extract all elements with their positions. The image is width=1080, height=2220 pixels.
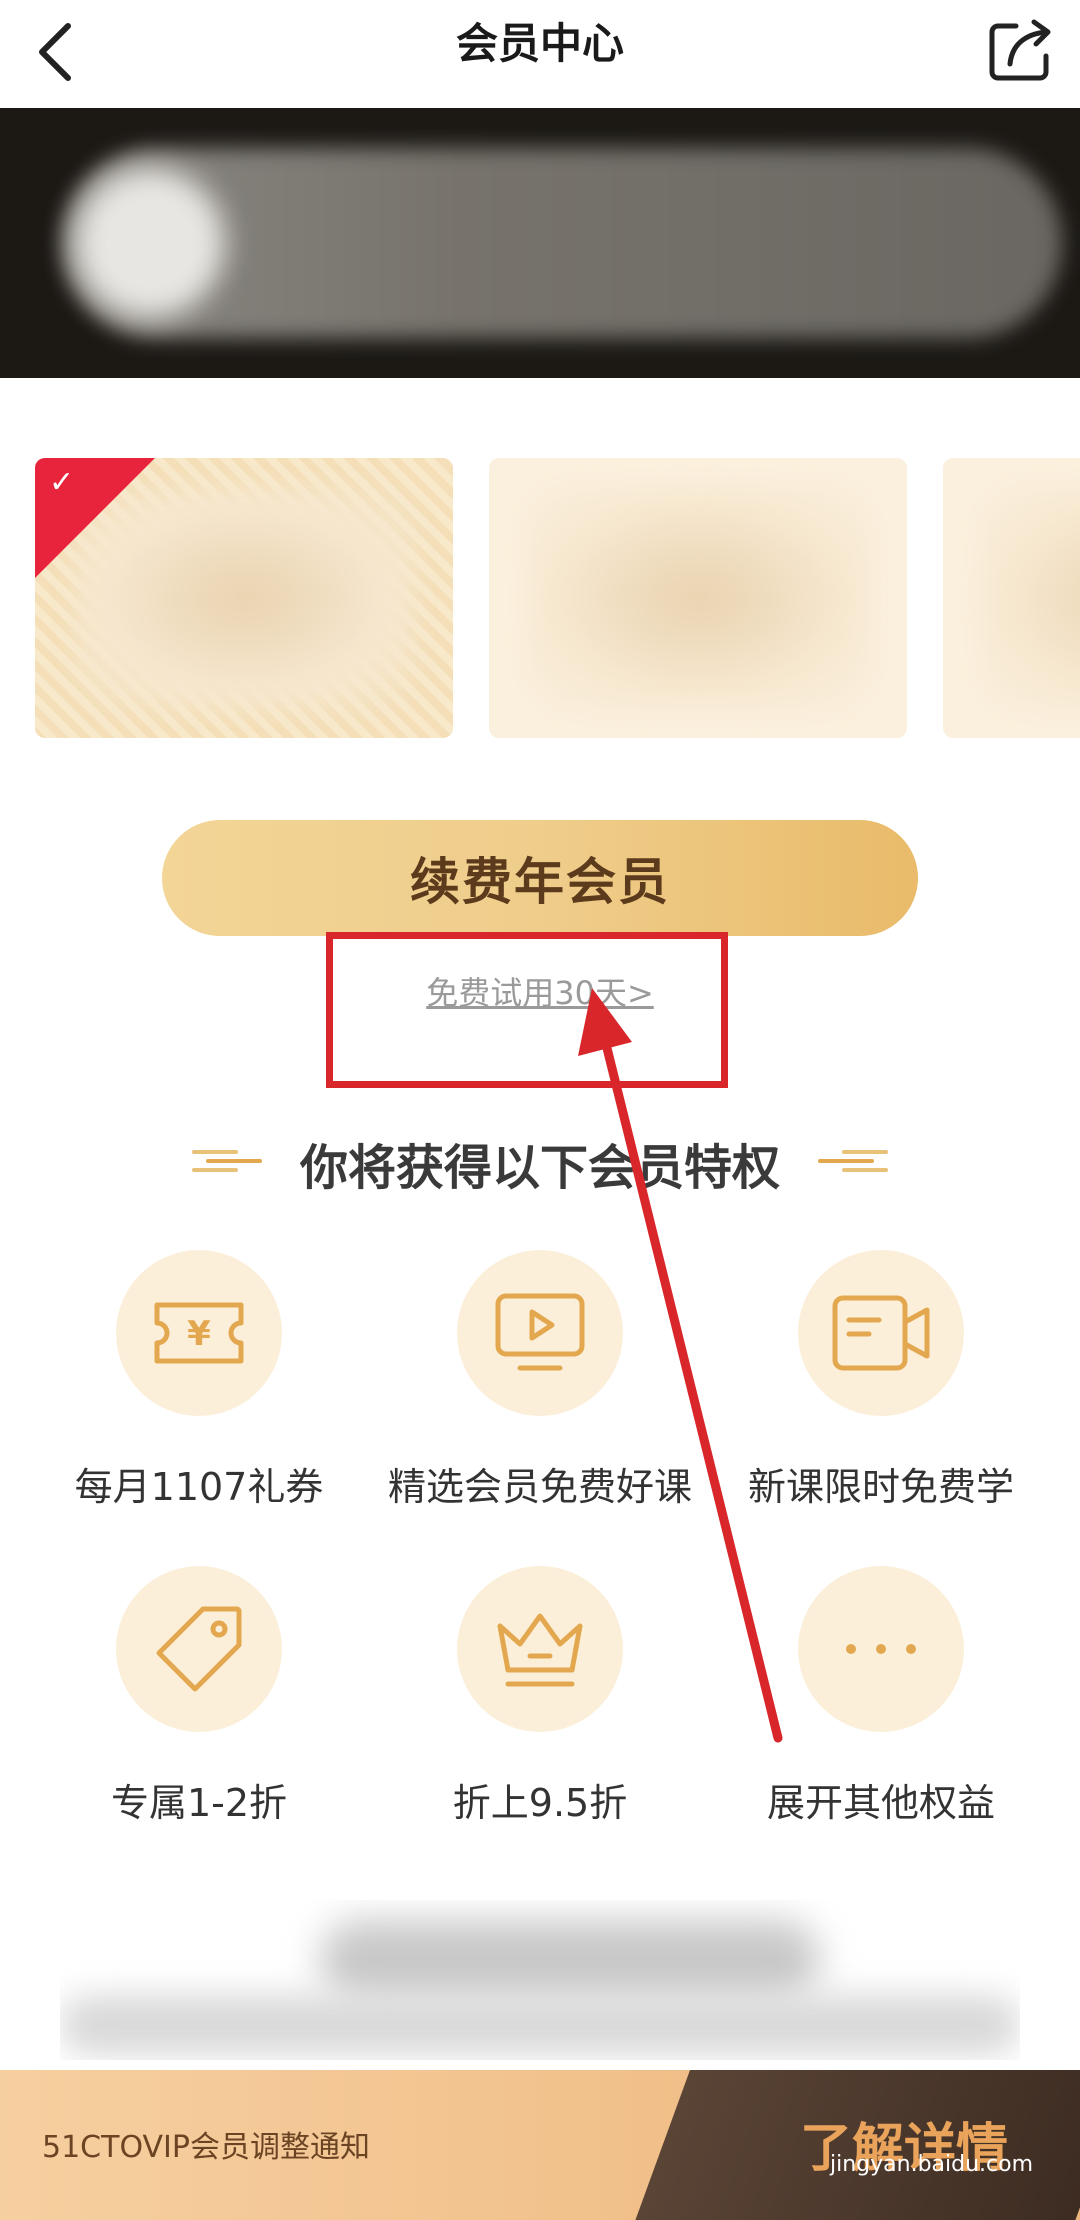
- bottom-notice-bar: 51CTOVIP会员调整通知 了解详情 jingyan.baidu.com: [0, 2070, 1080, 2220]
- blurred-description: [60, 1900, 1020, 2060]
- benefit-monthly-coupon[interactable]: ¥ 每月1107礼券: [34, 1250, 364, 1511]
- more-dots-icon: [846, 1644, 916, 1654]
- video-screen-icon: [495, 1293, 585, 1371]
- share-button[interactable]: [982, 8, 1062, 98]
- user-banner: [0, 108, 1080, 378]
- section-title: 你将获得以下会员特权: [299, 1140, 780, 1196]
- ticket-icon: ¥: [154, 1302, 244, 1364]
- benefit-free-courses[interactable]: 精选会员免费好课: [375, 1250, 705, 1511]
- svg-text:¥: ¥: [187, 1314, 211, 1354]
- crown-icon: [497, 1613, 583, 1687]
- title-decoration-right-icon: [818, 1150, 888, 1172]
- benefit-label: 展开其他权益: [766, 1781, 995, 1825]
- plan-card[interactable]: [943, 458, 1080, 738]
- notice-text[interactable]: 51CTOVIP会员调整通知: [42, 2122, 370, 2166]
- page-title: 会员中心: [455, 19, 624, 68]
- benefit-label: 折上9.5折: [452, 1781, 628, 1825]
- benefit-new-courses[interactable]: 新课限时免费学: [716, 1250, 1046, 1511]
- benefit-icon-circle: ¥: [116, 1250, 282, 1416]
- renew-button-label: 续费年会员: [410, 853, 670, 911]
- benefit-icon-circle: [116, 1566, 282, 1732]
- watermark: jingyan.baidu.com: [830, 2152, 1034, 2177]
- annotation-highlight-box: [326, 932, 728, 1088]
- check-icon: ✓: [49, 465, 75, 500]
- blurred-plan-content: [983, 488, 1080, 708]
- benefit-exclusive-discount[interactable]: 专属1-2折: [34, 1566, 364, 1827]
- share-icon: [989, 19, 1051, 81]
- blurred-avatar: [75, 168, 225, 318]
- benefit-expand-more[interactable]: 展开其他权益: [716, 1566, 1046, 1827]
- plan-card[interactable]: [489, 458, 907, 738]
- benefit-icon-circle: [798, 1566, 964, 1732]
- benefit-extra-discount[interactable]: 折上9.5折: [375, 1566, 705, 1827]
- plan-card-selected[interactable]: ✓: [35, 458, 453, 738]
- benefit-icon-circle: [457, 1566, 623, 1732]
- renew-annual-member-button[interactable]: 续费年会员: [162, 820, 918, 936]
- benefit-icon-circle: [798, 1250, 964, 1416]
- header-bar: 会员中心: [0, 0, 1080, 108]
- video-camera-icon: [832, 1295, 930, 1371]
- blurred-plan-content: [529, 488, 869, 708]
- benefit-label: 精选会员免费好课: [387, 1465, 692, 1509]
- benefit-icon-circle: [457, 1250, 623, 1416]
- benefit-label: 专属1-2折: [110, 1781, 288, 1825]
- benefit-label: 新课限时免费学: [747, 1465, 1014, 1509]
- price-tag-icon: [156, 1606, 242, 1692]
- plan-cards: ✓: [0, 458, 1080, 738]
- benefit-label: 每月1107礼券: [74, 1465, 324, 1509]
